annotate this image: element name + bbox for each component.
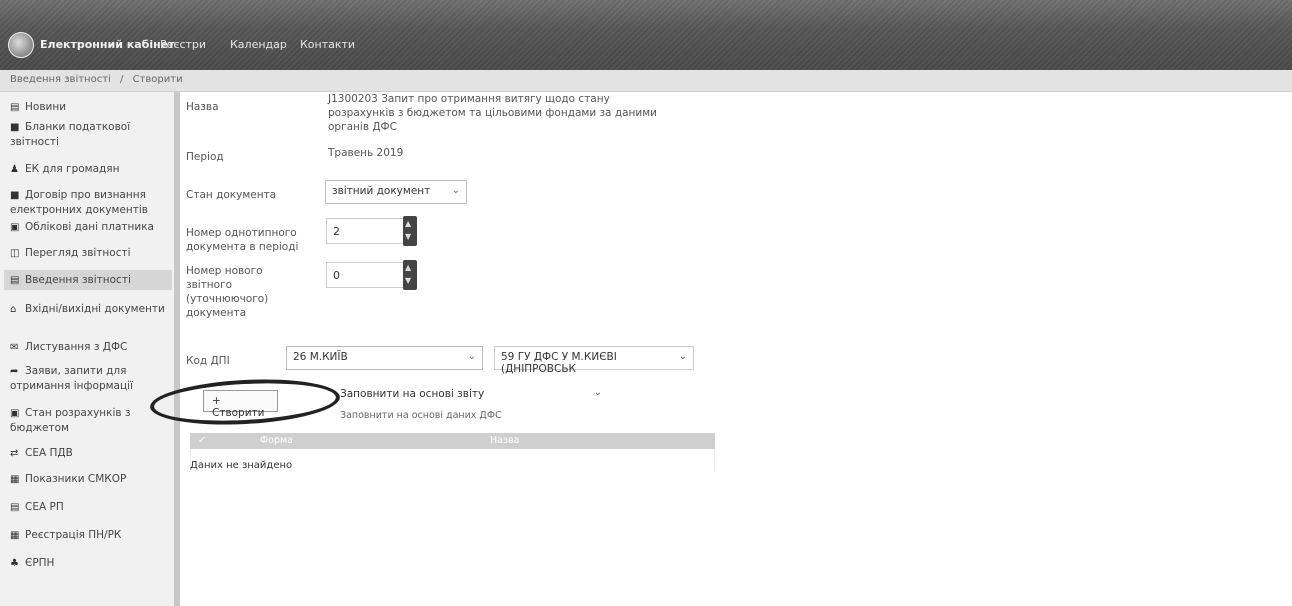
breadcrumb-separator: / [120,74,124,85]
sidebar-item-requests[interactable]: ➦ Заяви, запити для отримання інформації [10,364,170,393]
sidebar-item-documents[interactable]: ⌂ Вхідні/вихідні документи [10,302,170,317]
people-icon: ♣ [10,558,19,569]
sidebar-item-label: Бланки податкової звітності [10,121,131,148]
fill-from-report-select[interactable]: Заповнити на основі звіту ⌄ [340,384,610,406]
doc-state-value: звітний документ [332,185,431,197]
inbox-icon: ⌂ [10,304,17,315]
grid-icon: ▦ [10,474,20,485]
sidebar-item-view-reports[interactable]: ◫ Перегляд звітності [10,246,170,261]
fill-from-dfs-link[interactable]: Заповнити на основі даних ДФС [340,410,502,421]
dpi-office-value: 59 ГУ ДФС У М.КИЄВІ (ДНІПРОВСЬК [501,351,617,375]
dpi-region-select[interactable]: 26 М.КИЇВ ⌄ [286,346,483,370]
sidebar-item-agreement[interactable]: ■ Договір про визнання електронних докуме… [10,188,170,217]
sidebar-item-label: Новини [25,101,67,113]
chevron-down-icon: ⌄ [451,185,460,196]
sidebar-item-label: Договір про визнання електронних докумен… [10,189,148,216]
sidebar-item-label: Листування з ДФС [25,341,128,353]
fill-select-value: Заповнити на основі звіту [340,388,485,400]
sidebar-item-tax-forms[interactable]: ■ Бланки податкової звітності [10,120,170,149]
sidebar-item-news[interactable]: ▤ Новини [10,100,170,115]
breadcrumb-current: Створити [132,74,183,85]
sidebar-item-citizens[interactable]: ♟ ЕК для громадян [10,162,170,177]
dpi-office-select[interactable]: 59 ГУ ДФС У М.КИЄВІ (ДНІПРОВСЬК ⌄ [494,346,694,375]
chevron-down-icon: ⌄ [678,351,687,362]
brand-title[interactable]: Електронний кабінет [40,38,175,51]
chevron-down-icon: ⌄ [467,351,476,362]
sidebar-item-label: Вхідні/вихідні документи [25,303,165,315]
same-doc-stepper[interactable]: 2 [326,216,417,246]
logo-icon[interactable] [8,32,34,58]
sidebar-item-label: Показники СМКОР [25,473,127,485]
sidebar-item-label: Реєстрація ПН/РК [25,529,122,541]
same-doc-label: Номер однотипного документа в періоді [186,227,299,253]
sidebar-item-label: Заяви, запити для отримання інформації [10,365,133,392]
sidebar-item-sea-rp[interactable]: ▤ СЕА РП [10,500,170,515]
nav-calendar[interactable]: Календар [230,38,287,51]
sidebar-item-label: Облікові дані платника [25,221,154,233]
sidebar: ▤ Новини ■ Бланки податкової звітності ♟ ЕК… [0,92,180,606]
sidebar-item-pn-rk[interactable]: ▦ Реєстрація ПН/РК [10,528,170,543]
column-form[interactable]: Форма [260,435,293,446]
input-icon: ▤ [10,275,20,286]
top-bar-texture [0,0,1292,70]
balance-icon: ▣ [10,408,20,419]
table-header: ✓ Форма Назва [190,433,715,449]
same-doc-value: 2 [333,225,340,238]
period-value: Травень 2019 [328,147,404,159]
news-icon: ▤ [10,102,20,113]
new-doc-stepper[interactable]: 0 [326,260,417,290]
empty-message: Даних не знайдено [190,460,293,471]
sidebar-item-erpn[interactable]: ♣ ЄРПН [10,556,170,571]
stepper-arrows-icon[interactable] [403,216,417,246]
dpi-region-value: 26 М.КИЇВ [293,351,348,363]
sidebar-item-smkor[interactable]: ▦ Показники СМКОР [10,472,170,487]
mail-icon: ✉ [10,342,19,353]
card-icon: ▣ [10,222,20,233]
sidebar-item-label: Перегляд звітності [25,247,131,259]
sidebar-item-correspondence[interactable]: ✉ Листування з ДФС [10,340,170,355]
sidebar-item-label: СЕА ПДВ [25,447,73,459]
top-bar: Електронний кабінет Реєстри Календар Кон… [0,0,1292,70]
register-icon: ▦ [10,530,20,541]
sidebar-item-budget-balance[interactable]: ▣ Стан розрахунків з бюджетом [10,406,170,435]
doc-state-select[interactable]: звітний документ ⌄ [325,180,467,204]
name-value: J1300203 Запит про отримання витягу щодо… [328,93,657,133]
view-icon: ◫ [10,248,20,259]
name-label: Назва [186,101,219,113]
user-icon: ♟ [10,164,19,175]
stepper-arrows-icon[interactable] [403,260,417,290]
contract-icon: ■ [10,190,20,201]
doc-state-label: Стан документа [186,189,277,201]
sidebar-item-label: Введення звітності [25,274,131,286]
sidebar-item-payer-data[interactable]: ▣ Облікові дані платника [10,220,170,235]
share-icon: ➦ [10,366,19,377]
breadcrumb: Введення звітності / Створити [0,70,1292,92]
sidebar-item-sea-pdv[interactable]: ⇄ СЕА ПДВ [10,446,170,461]
nav-contacts[interactable]: Контакти [300,38,355,51]
breadcrumb-section[interactable]: Введення звітності [10,74,111,85]
sidebar-item-label: ЄРПН [25,557,55,569]
new-doc-label: Номер нового звітного (уточнюючого) доку… [186,265,269,319]
chevron-down-icon: ⌄ [593,387,602,398]
sidebar-item-label: СЕА РП [25,501,64,513]
sidebar-item-label: Стан розрахунків з бюджетом [10,407,131,434]
exchange-icon: ⇄ [10,448,19,459]
sidebar-item-label: ЕК для громадян [25,163,120,175]
select-all-checkbox[interactable]: ✓ [198,435,206,446]
forms-icon: ■ [10,122,20,133]
table-icon: ▤ [10,502,20,513]
period-label: Період [186,151,224,163]
new-doc-value: 0 [333,269,340,282]
sidebar-item-input-reports[interactable]: ▤ Введення звітності [4,270,172,290]
column-name[interactable]: Назва [490,435,519,446]
nav-registers[interactable]: Реєстри [160,38,206,51]
